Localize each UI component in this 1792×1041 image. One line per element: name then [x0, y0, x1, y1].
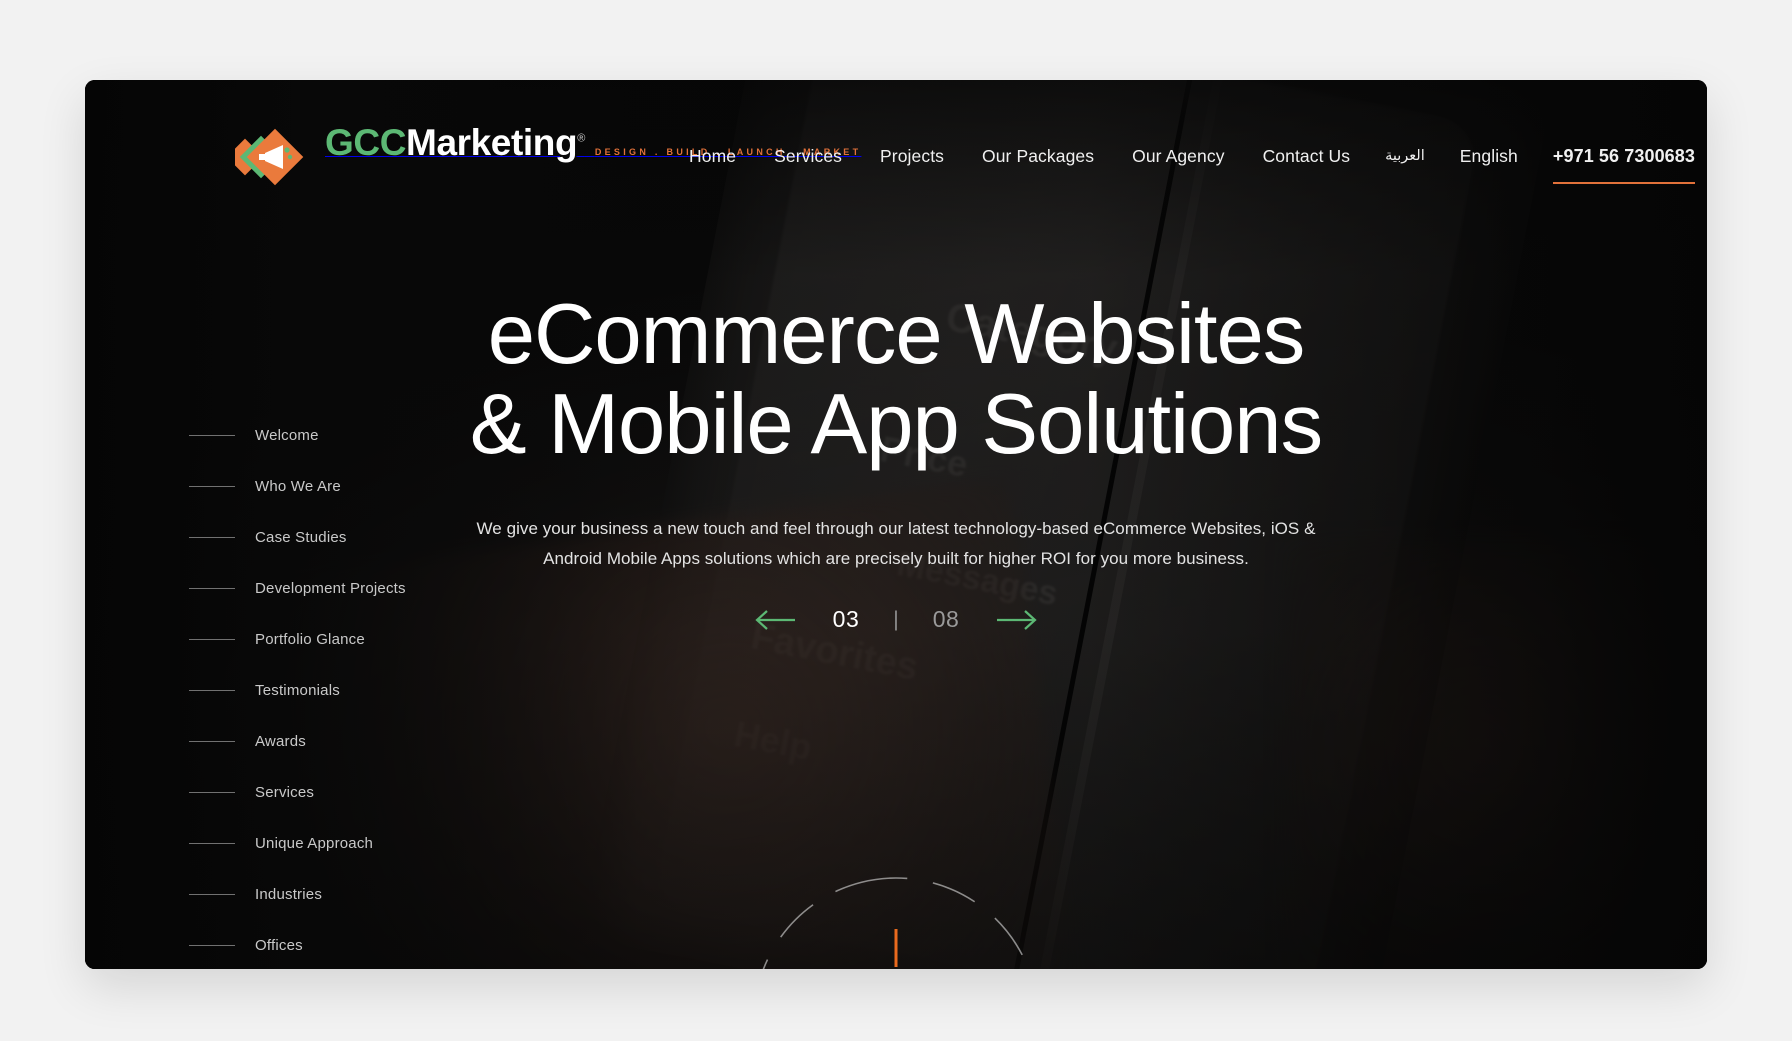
- scroll-position-marker: [894, 929, 898, 967]
- sidebar-item-label: Industries: [255, 886, 323, 903]
- slider-next-button[interactable]: [989, 600, 1045, 640]
- hero-headline: eCommerce Websites & Mobile App Solution…: [85, 287, 1707, 473]
- sidebar-item-label: Awards: [255, 733, 306, 750]
- sidebar-item-services[interactable]: Services: [189, 767, 406, 818]
- sidebar-dash-icon: [189, 843, 235, 844]
- arrow-left-icon: [753, 607, 797, 633]
- sidebar-item-testimonials[interactable]: Testimonials: [189, 665, 406, 716]
- hero-content: eCommerce Websites & Mobile App Solution…: [85, 80, 1707, 640]
- sidebar-item-awards[interactable]: Awards: [189, 716, 406, 767]
- sidebar-item-label: Testimonials: [255, 682, 340, 699]
- page-root: Category Price Messages Favorites Help: [0, 0, 1792, 1041]
- sidebar-dash-icon: [189, 894, 235, 895]
- sidebar-item-offices[interactable]: Offices: [189, 920, 406, 969]
- sidebar-dash-icon: [189, 945, 235, 946]
- sidebar-item-industries[interactable]: Industries: [189, 869, 406, 920]
- sidebar-dash-icon: [189, 741, 235, 742]
- slider-separator: |: [893, 607, 899, 631]
- slider-total-count: 08: [932, 606, 960, 633]
- slider-navigation: 03 | 08: [85, 600, 1707, 640]
- hero-headline-line-2: & Mobile App Solutions: [469, 377, 1323, 473]
- hero-headline-line-1: eCommerce Websites: [487, 287, 1306, 382]
- sidebar-item-label: Offices: [255, 937, 303, 954]
- sidebar-dash-icon: [189, 792, 235, 793]
- slider-current-index: 03: [832, 606, 860, 633]
- sidebar-item-label: Services: [255, 784, 315, 801]
- slider-prev-button[interactable]: [747, 600, 803, 640]
- sidebar-item-unique-approach[interactable]: Unique Approach: [189, 818, 406, 869]
- hero-panel: Category Price Messages Favorites Help: [85, 80, 1707, 969]
- sidebar-dash-icon: [189, 690, 235, 691]
- hero-paragraph: We give your business a new touch and fe…: [476, 519, 1316, 568]
- sidebar-item-label: Unique Approach: [255, 835, 374, 852]
- arrow-right-icon: [995, 607, 1039, 633]
